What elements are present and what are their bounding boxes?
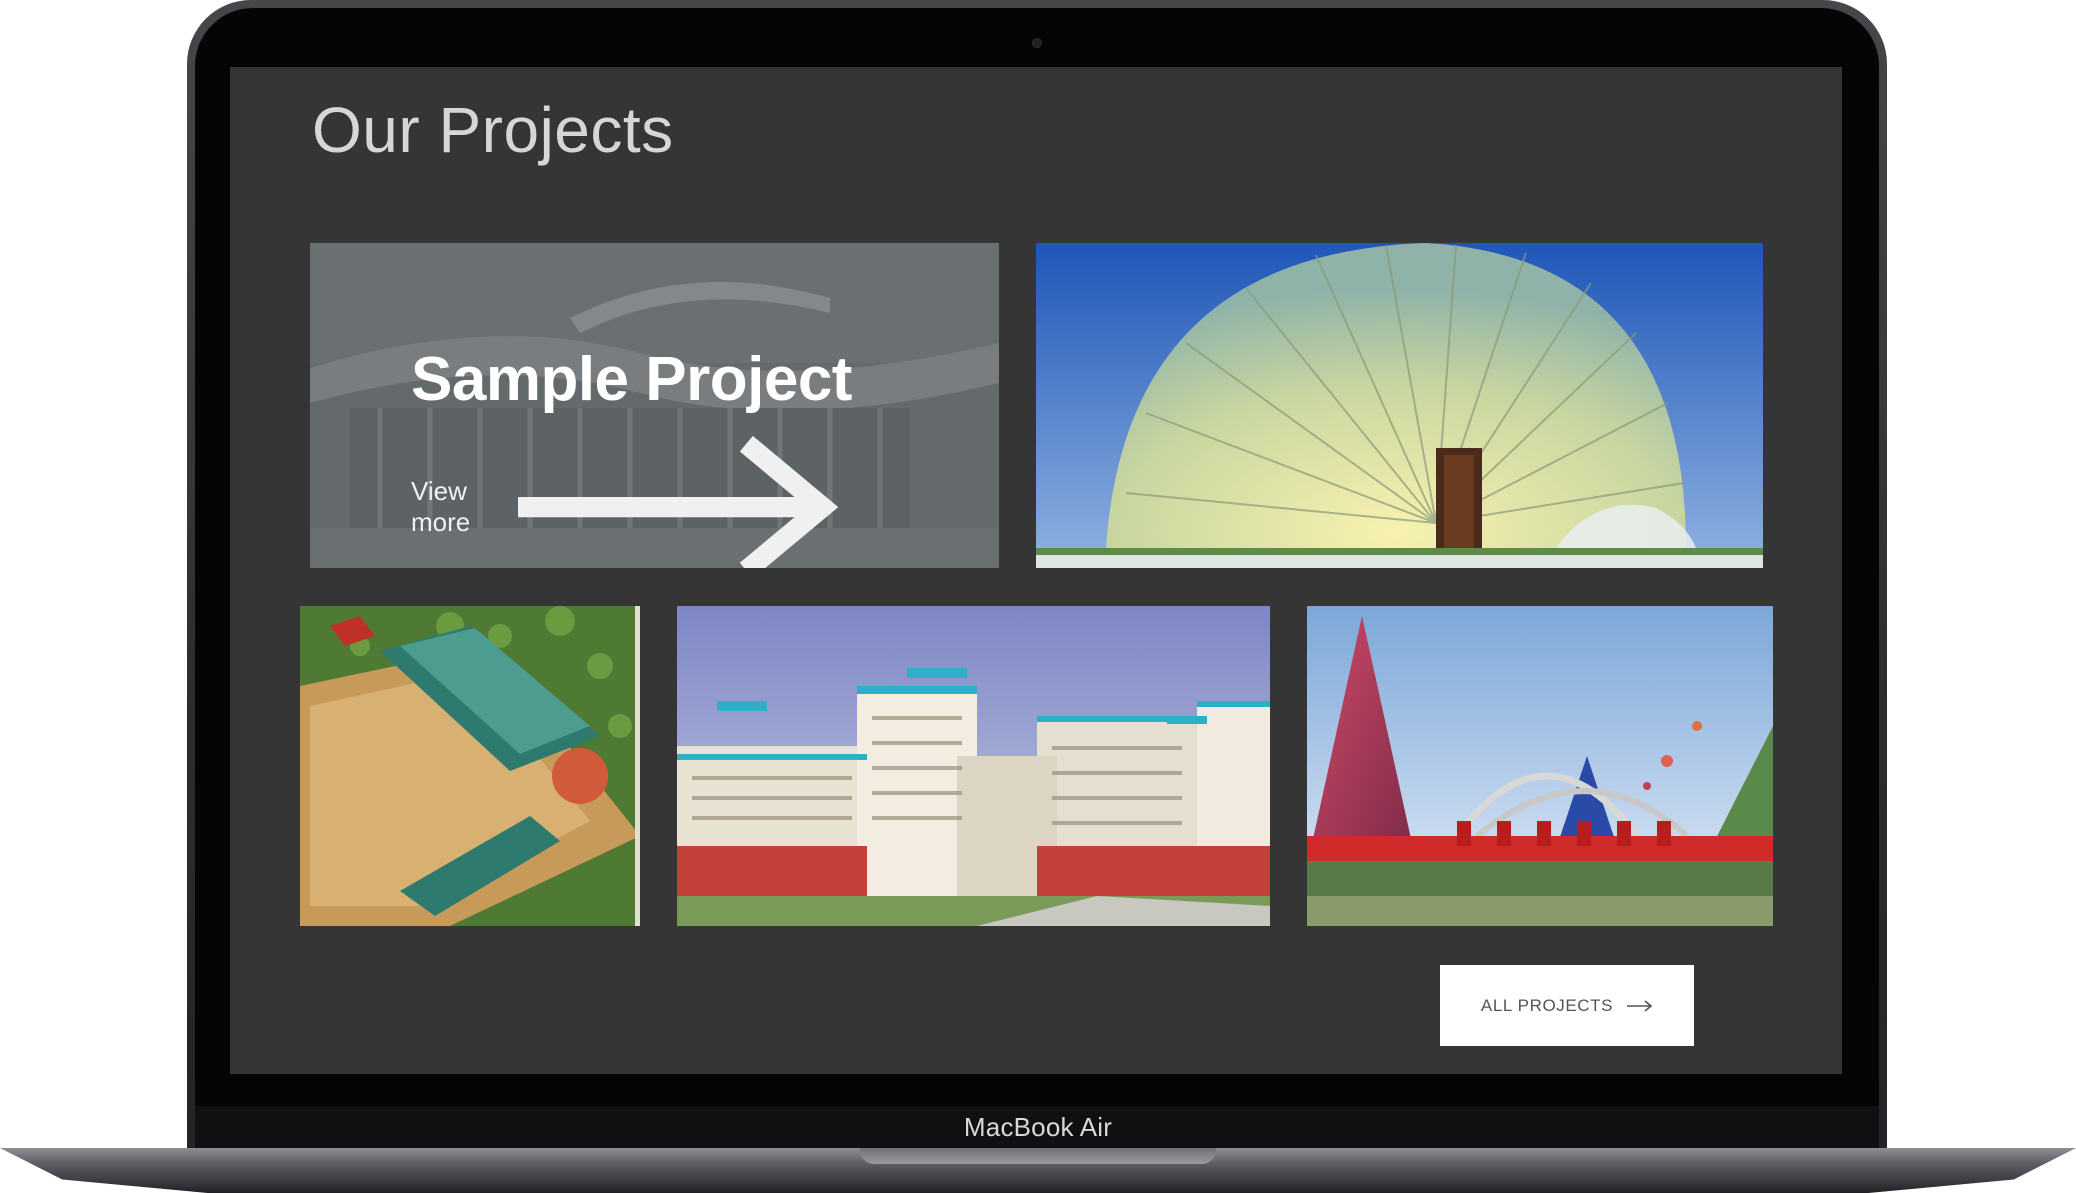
view-more-label: View more bbox=[411, 476, 471, 538]
glass-dome-image bbox=[1036, 243, 1763, 568]
project-tile-sports-complex[interactable] bbox=[300, 606, 640, 926]
view-more-link[interactable]: View more bbox=[411, 431, 847, 568]
arrow-right-icon bbox=[1627, 999, 1653, 1012]
residential-image bbox=[677, 606, 1270, 926]
project-tile-monument[interactable] bbox=[1307, 606, 1773, 926]
monument-image bbox=[1307, 606, 1773, 926]
laptop-hinge-notch bbox=[860, 1148, 1216, 1164]
project-tile-glass-dome[interactable] bbox=[1036, 243, 1763, 568]
all-projects-label: ALL PROJECTS bbox=[1480, 995, 1614, 1015]
all-projects-button[interactable]: ALL PROJECTS bbox=[1440, 965, 1694, 1046]
section-title: Our Projects bbox=[312, 94, 674, 166]
project-tile-featured[interactable]: Sample Project View more bbox=[310, 243, 999, 568]
project-tile-residential[interactable] bbox=[677, 606, 1270, 926]
device-brand-label: MacBook Air bbox=[963, 1112, 1113, 1142]
camera-icon bbox=[1032, 38, 1042, 48]
sports-complex-image bbox=[300, 606, 640, 926]
browser-screen: Our Projects Sample Project View more AL… bbox=[230, 67, 1842, 1074]
arrow-right-icon bbox=[517, 435, 838, 568]
project-title: Sample Project bbox=[411, 345, 852, 414]
featured-caption: Sample Project View more bbox=[411, 349, 852, 568]
